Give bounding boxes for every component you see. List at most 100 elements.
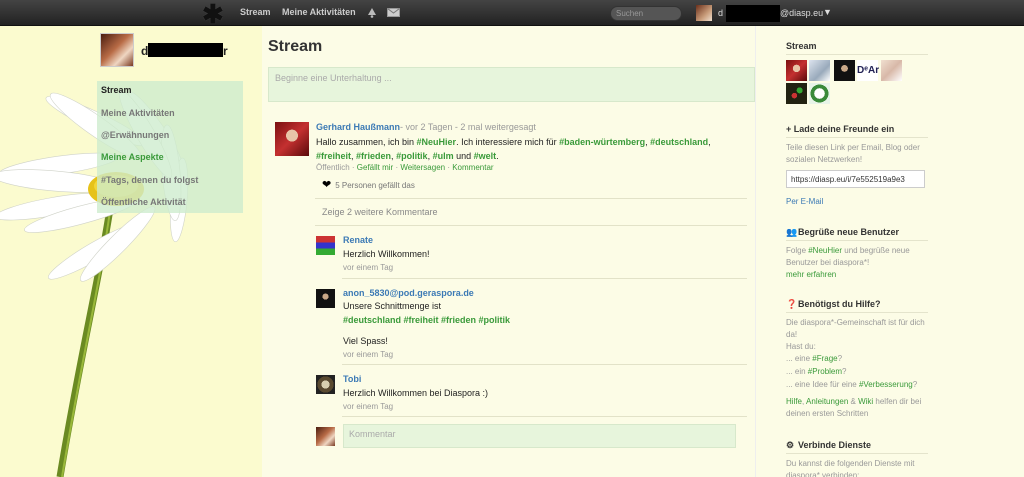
users-icon: 👥 bbox=[786, 227, 798, 237]
top-bar: ✱ Stream Meine Aktivitäten d @diasp.eu ▼ bbox=[0, 0, 1024, 27]
user-avatar[interactable] bbox=[696, 5, 712, 21]
divider bbox=[786, 453, 928, 454]
sidebar-item-aspects[interactable]: Meine Aspekte bbox=[101, 152, 164, 162]
contact-avatar[interactable]: DᵉAr bbox=[857, 60, 879, 81]
comment-author-link[interactable]: anon_5830@pod.geraspora.de bbox=[343, 288, 474, 298]
divider bbox=[786, 240, 928, 241]
help-q-text: ? bbox=[912, 380, 918, 389]
comment-time[interactable]: vor einem Tag bbox=[343, 263, 393, 272]
help-hast: Hast du: bbox=[786, 342, 816, 351]
profile-avatar[interactable] bbox=[100, 33, 134, 67]
post-text-part: und bbox=[453, 151, 474, 161]
reshare-button[interactable]: Weitersagen bbox=[400, 163, 445, 172]
sidebar-item-followed-tags[interactable]: #Tags, denen du folgst bbox=[101, 175, 198, 185]
user-name-start[interactable]: d bbox=[718, 8, 723, 18]
contact-avatar[interactable] bbox=[834, 60, 855, 81]
wiki-link[interactable]: Wiki bbox=[858, 397, 873, 406]
show-more-comments-link[interactable]: Zeige 2 weitere Kommentare bbox=[322, 207, 438, 217]
comment-button[interactable]: Kommentar bbox=[452, 163, 493, 172]
comment-text: Viel Spass! bbox=[343, 336, 388, 346]
help-q-text: ... eine Idee für eine bbox=[786, 380, 859, 389]
contact-avatar[interactable] bbox=[881, 60, 902, 81]
comment-time[interactable]: vor einem Tag bbox=[343, 402, 393, 411]
search-input[interactable] bbox=[610, 6, 682, 21]
invite-link-input[interactable] bbox=[786, 170, 925, 188]
notifications-icon[interactable] bbox=[366, 6, 378, 20]
tag-link[interactable]: #welt bbox=[474, 151, 497, 161]
help-section-title: ❓Benötigst du Hilfe? bbox=[786, 299, 881, 310]
stream-section-title: Stream bbox=[786, 41, 817, 51]
post-author-avatar[interactable] bbox=[275, 122, 309, 156]
help-text: Die diaspora*-Gemeinschaft ist für dich … bbox=[786, 318, 925, 339]
services-title-text: Verbinde Dienste bbox=[798, 440, 872, 450]
page-title: Stream bbox=[268, 38, 323, 55]
nav-stream-link[interactable]: Stream bbox=[240, 7, 271, 17]
tag-link[interactable]: #NeuHier bbox=[417, 137, 457, 147]
comment-time[interactable]: vor einem Tag bbox=[343, 350, 393, 359]
main-stream: Stream Beginne eine Unterhaltung ... Ger… bbox=[262, 26, 755, 477]
tutorials-link[interactable]: Anleitungen bbox=[806, 397, 848, 406]
tag-link[interactable]: #deutschland bbox=[650, 137, 708, 147]
tag-link[interactable]: #Verbesserung bbox=[859, 380, 913, 389]
redaction-bar bbox=[148, 43, 223, 57]
user-domain[interactable]: @diasp.eu bbox=[780, 8, 823, 18]
help-q-text: ... ein bbox=[786, 367, 808, 376]
separator: & bbox=[848, 397, 859, 406]
divider bbox=[786, 137, 928, 138]
help-title-text: Benötigst du Hilfe? bbox=[798, 299, 881, 309]
mail-icon[interactable] bbox=[387, 8, 400, 19]
tag-link[interactable]: #ulm bbox=[433, 151, 454, 161]
tag-link[interactable]: #NeuHier bbox=[808, 246, 842, 255]
help-q-text: ? bbox=[837, 354, 843, 363]
welcome-section-title: 👥Begrüße neue Benutzer bbox=[786, 227, 899, 238]
post-text-part: . bbox=[496, 151, 499, 161]
publisher-input[interactable]: Beginne eine Unterhaltung ... bbox=[268, 67, 755, 102]
tag-link[interactable]: #frieden bbox=[356, 151, 391, 161]
sidebar-item-activity[interactable]: Meine Aktivitäten bbox=[101, 108, 175, 118]
divider bbox=[315, 198, 747, 199]
comment-avatar[interactable] bbox=[316, 289, 335, 308]
question-icon: ❓ bbox=[786, 299, 798, 309]
divider bbox=[786, 312, 928, 313]
comment-text: Unsere Schnittmenge ist bbox=[343, 301, 442, 311]
sidebar-item-stream[interactable]: Stream bbox=[101, 85, 132, 95]
comment-tags[interactable]: #deutschland #freiheit #frieden #politik bbox=[343, 315, 510, 325]
help-q-text: ? bbox=[842, 367, 847, 376]
contact-avatar[interactable] bbox=[809, 60, 830, 81]
learn-more-link[interactable]: mehr erfahren bbox=[786, 269, 931, 281]
comment-avatar[interactable] bbox=[316, 375, 335, 394]
tag-link[interactable]: #baden-würtemberg bbox=[559, 137, 645, 147]
like-button[interactable]: Gefällt mir bbox=[357, 163, 393, 172]
diaspora-logo-icon[interactable]: ✱ bbox=[202, 1, 224, 27]
help-link[interactable]: Hilfe bbox=[786, 397, 802, 406]
redaction-bar bbox=[726, 5, 780, 22]
invite-text: Teile diesen Link per Email, Blog oder s… bbox=[786, 143, 920, 164]
sidebar-item-mentions[interactable]: @Erwähnungen bbox=[101, 130, 169, 140]
post-text-part: Hallo zusammen, ich bin bbox=[316, 137, 417, 147]
contact-avatar[interactable] bbox=[786, 60, 807, 81]
likes-count: 5 Personen gefällt das bbox=[335, 181, 415, 190]
divider bbox=[342, 364, 747, 365]
likes-summary[interactable]: ❤ 5 Personen gefällt das bbox=[322, 178, 415, 191]
sidebar-nav: Stream Meine Aktivitäten @Erwähnungen Me… bbox=[97, 81, 243, 213]
sidebar-item-public-activity[interactable]: Öffentliche Aktivität bbox=[101, 197, 186, 207]
nav-activity-link[interactable]: Meine Aktivitäten bbox=[282, 7, 356, 17]
post-author-link[interactable]: Gerhard Haußmann bbox=[316, 122, 400, 132]
current-user-avatar bbox=[316, 427, 335, 446]
divider bbox=[315, 225, 747, 226]
chevron-down-icon[interactable]: ▼ bbox=[823, 7, 832, 17]
invite-email-link[interactable]: Per E-Mail bbox=[786, 196, 931, 208]
tag-link[interactable]: #Frage bbox=[812, 354, 837, 363]
tag-link[interactable]: #politik bbox=[396, 151, 428, 161]
tag-link[interactable]: #freiheit bbox=[316, 151, 351, 161]
contact-avatar[interactable] bbox=[786, 83, 807, 104]
comment-avatar[interactable] bbox=[316, 236, 335, 255]
welcome-text: Folge #NeuHier und begrüße neue Benutzer… bbox=[786, 245, 931, 269]
comment-input[interactable]: Kommentar bbox=[343, 424, 736, 448]
profile-name-end[interactable]: r bbox=[223, 44, 228, 58]
comment-author-link[interactable]: Renate bbox=[343, 235, 373, 245]
comment-text: Herzlich Willkommen bei Diaspora :) bbox=[343, 388, 489, 398]
contact-avatar[interactable] bbox=[809, 83, 830, 104]
comment-author-link[interactable]: Tobi bbox=[343, 374, 361, 384]
tag-link[interactable]: #Problem bbox=[808, 367, 842, 376]
